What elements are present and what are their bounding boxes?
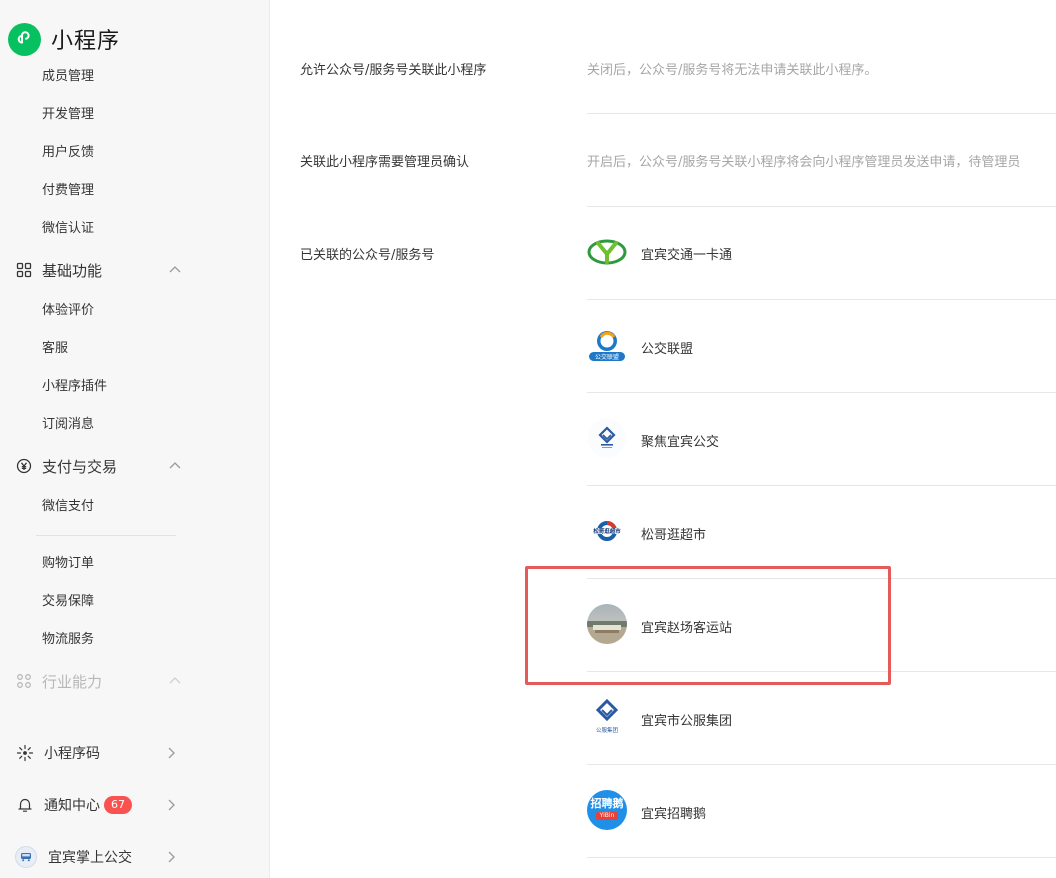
sidebar-group-label: 行业能力 (42, 672, 103, 691)
sun-qrcode-icon (15, 743, 35, 763)
chevron-right-icon (162, 848, 180, 866)
sidebar-item-members[interactable]: 成员管理 (42, 67, 94, 87)
sidebar-group-industry[interactable]: 行业能力 (15, 669, 185, 693)
account-logo-yikatong (587, 232, 627, 272)
row-divider (587, 392, 1056, 393)
sidebar-item-experience[interactable]: 体验评价 (42, 301, 94, 321)
sidebar-item-subscribe[interactable]: 订阅消息 (42, 415, 94, 435)
chevron-up-icon (166, 457, 184, 475)
sidebar-item-logistics[interactable]: 物流服务 (42, 630, 94, 650)
logo-text: 松哥逛超市 (593, 529, 621, 535)
brand-title: 小程序 (51, 29, 121, 54)
sidebar-item-plugins[interactable]: 小程序插件 (42, 377, 107, 397)
row-divider (587, 206, 1056, 207)
sidebar-group-label: 基础功能 (42, 261, 103, 280)
brand[interactable]: 小程序 (8, 22, 120, 56)
logo-text: 公服集团 (595, 728, 618, 734)
account-logo-zhaopin-e: 招聘鹅 YiBin (587, 790, 627, 830)
sidebar-item-billing[interactable]: 付费管理 (42, 181, 94, 201)
nodes-icon (15, 672, 33, 690)
sidebar-item-orders[interactable]: 购物订单 (42, 554, 94, 574)
account-name[interactable]: 宜宾招聘鹅 (641, 803, 706, 822)
chevron-right-icon (162, 744, 180, 762)
account-name[interactable]: 宜宾交通一卡通 (641, 244, 732, 263)
sidebar-item-dev[interactable]: 开发管理 (42, 105, 94, 125)
linked-accounts-label: 已关联的公众号/服务号 (300, 248, 435, 263)
sidebar-group-basic[interactable]: 基础功能 (15, 258, 185, 282)
notify-count-badge: 67 (104, 796, 132, 814)
sidebar-item-feedback[interactable]: 用户反馈 (42, 143, 94, 163)
grid-icon (15, 261, 33, 279)
account-name[interactable]: 聚焦宜宾公交 (641, 431, 719, 450)
notify-center[interactable]: 通知中心 67 (15, 792, 185, 818)
account-logo-focus-bus (587, 418, 627, 458)
sidebar-group-label: 支付与交易 (42, 457, 118, 476)
chevron-right-icon (162, 796, 180, 814)
logo-sub-text: YiBin (595, 812, 619, 820)
sidebar-item-service[interactable]: 客服 (42, 339, 68, 359)
sidebar-group-pay[interactable]: 支付与交易 (15, 454, 185, 478)
row-divider (587, 857, 1056, 858)
bell-icon (15, 795, 35, 815)
sidebar: 小程序 成员管理 开发管理 用户反馈 付费管理 微信认证 基础功能 体验评价 客… (0, 0, 270, 878)
row-divider (587, 113, 1056, 114)
logo-text: 招聘鹅 (590, 797, 624, 810)
account-logo-songge: 松哥逛超市 (587, 511, 627, 551)
sidebar-item-guarantee[interactable]: 交易保障 (42, 592, 94, 612)
account-logo-bus-union: 公交联盟 (587, 325, 627, 365)
chevron-up-icon (166, 261, 184, 279)
sidebar-divider (36, 535, 176, 536)
need-confirm-desc: 开启后，公众号/服务号关联小程序将会向小程序管理员发送申请，待管理员 (587, 155, 1021, 170)
notify-label: 通知中心 (44, 798, 100, 814)
row-divider (587, 764, 1056, 765)
sidebar-item-verify[interactable]: 微信认证 (42, 219, 94, 239)
need-confirm-label: 关联此小程序需要管理员确认 (300, 155, 470, 170)
chevron-up-icon (166, 672, 184, 690)
logo-text: 公交联盟 (594, 353, 619, 361)
account-logo-gongfu-group: 公服集团 (587, 697, 627, 737)
highlight-box (525, 566, 891, 685)
row-divider (587, 485, 1056, 486)
account-avatar (15, 846, 37, 868)
qrcode-menu[interactable]: 小程序码 (15, 740, 185, 766)
sidebar-item-wxpay[interactable]: 微信支付 (42, 497, 94, 517)
row-divider (587, 299, 1056, 300)
account-name: 宜宾掌上公交 (48, 850, 132, 866)
allow-link-label: 允许公众号/服务号关联此小程序 (300, 63, 487, 78)
account-switcher[interactable]: 宜宾掌上公交 (15, 844, 185, 870)
account-name[interactable]: 宜宾市公服集团 (641, 710, 732, 729)
allow-link-desc: 关闭后，公众号/服务号将无法申请关联此小程序。 (587, 63, 878, 78)
qrcode-label: 小程序码 (44, 746, 100, 762)
miniprogram-logo-icon (8, 22, 41, 56)
account-name[interactable]: 公交联盟 (641, 338, 693, 357)
account-name[interactable]: 松哥逛超市 (641, 524, 706, 543)
yen-circle-icon (15, 457, 33, 475)
